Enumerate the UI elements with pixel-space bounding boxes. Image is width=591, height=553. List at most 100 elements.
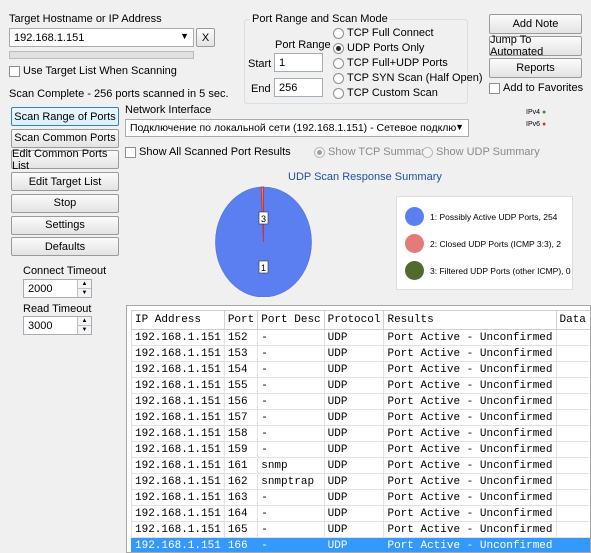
results-table-container[interactable]: IP Address Port Port Desc Protocol Results Da… bbox=[126, 305, 591, 553]
table-cell: UDP bbox=[323, 361, 385, 378]
table-cell: snmp bbox=[257, 457, 325, 474]
spin-down-icon[interactable]: ▼ bbox=[78, 289, 91, 297]
scan-mode-radio[interactable] bbox=[333, 88, 344, 99]
table-row[interactable]: 192.168.1.151 163- UDP Port Active - Unconf… bbox=[131, 489, 590, 506]
table-row[interactable]: 192.168.1.151 152- UDP Port Active - Unconf… bbox=[131, 329, 590, 346]
table-cell: 192.168.1.151 bbox=[131, 505, 225, 522]
reports-button[interactable]: Reports bbox=[489, 58, 582, 78]
scan-common-ports-button[interactable]: Scan Common Ports bbox=[11, 128, 119, 148]
stop-button[interactable]: Stop bbox=[11, 193, 119, 213]
target-host-combobox[interactable]: 192.168.1.151 ▼ bbox=[9, 28, 194, 47]
spin-down-icon[interactable]: ▼ bbox=[78, 326, 91, 334]
show-tcp-summary-label: Show TCP Summary bbox=[328, 146, 431, 158]
table-cell: Port Active - Unconfirmed bbox=[383, 537, 557, 552]
table-cell: 192.168.1.151 bbox=[131, 393, 225, 410]
target-label: Target Hostname or IP Address bbox=[9, 13, 162, 25]
table-cell: UDP bbox=[323, 473, 385, 490]
table-cell: UDP bbox=[323, 345, 385, 362]
table-row[interactable]: 192.168.1.151 166- UDP Port Active - Unconf… bbox=[131, 537, 590, 552]
table-cell: - bbox=[257, 409, 325, 426]
table-cell: 165 bbox=[223, 521, 259, 538]
table-cell: 192.168.1.151 bbox=[131, 409, 225, 426]
table-cell bbox=[555, 473, 590, 490]
end-port-input[interactable]: 256 bbox=[274, 78, 323, 97]
port-range-header: Port Range bbox=[275, 39, 331, 51]
column-header[interactable]: Port Desc bbox=[257, 310, 325, 330]
jump-to-automated-button[interactable]: Jump To Automated bbox=[489, 34, 582, 58]
table-cell: 192.168.1.151 bbox=[131, 425, 225, 442]
table-row[interactable]: 192.168.1.151 161 snmp UDP Port Active - Unc… bbox=[131, 457, 590, 474]
column-header[interactable]: Port bbox=[223, 310, 259, 330]
table-cell: UDP bbox=[323, 537, 385, 552]
table-cell bbox=[555, 393, 590, 410]
connect-timeout-input[interactable]: 2000 ▲ ▼ bbox=[23, 279, 92, 298]
scan-mode-radio[interactable] bbox=[333, 28, 344, 39]
table-cell: - bbox=[257, 393, 325, 410]
table-cell: snmptrap bbox=[257, 473, 325, 490]
table-cell bbox=[555, 361, 590, 378]
read-timeout-value: 3000 bbox=[28, 319, 53, 332]
settings-button[interactable]: Settings bbox=[11, 215, 119, 235]
connect-timeout-spinner[interactable]: ▲ ▼ bbox=[77, 280, 91, 297]
show-tcp-summary-radio[interactable] bbox=[314, 147, 325, 158]
table-cell bbox=[555, 425, 590, 442]
column-header[interactable]: Protocol bbox=[323, 310, 385, 330]
column-header[interactable]: Results bbox=[383, 310, 557, 330]
chart-title: UDP Scan Response Summary bbox=[288, 171, 442, 183]
start-port-input[interactable]: 1 bbox=[274, 53, 323, 72]
defaults-button[interactable]: Defaults bbox=[11, 237, 119, 257]
table-row[interactable]: 192.168.1.151 157- UDP Port Active - Unconf… bbox=[131, 409, 590, 426]
clear-target-button[interactable]: X bbox=[196, 28, 215, 47]
table-cell: Port Active - Unconfirmed bbox=[383, 489, 557, 506]
column-header[interactable]: Data Rece bbox=[555, 310, 590, 330]
spin-up-icon[interactable]: ▲ bbox=[78, 280, 91, 289]
table-cell: 192.168.1.151 bbox=[131, 457, 225, 474]
read-timeout-spinner[interactable]: ▲ ▼ bbox=[77, 317, 91, 334]
table-cell bbox=[555, 457, 590, 474]
table-cell: 154 bbox=[223, 361, 259, 378]
table-cell bbox=[555, 489, 590, 506]
table-row[interactable]: 192.168.1.151 154- UDP Port Active - Unconf… bbox=[131, 361, 590, 378]
connect-timeout-label: Connect Timeout bbox=[23, 265, 107, 277]
use-target-list-checkbox[interactable] bbox=[9, 66, 20, 77]
add-note-button[interactable]: Add Note bbox=[489, 14, 582, 34]
table-row[interactable]: 192.168.1.151 156- UDP Port Active - Unconf… bbox=[131, 393, 590, 410]
add-to-favorites-checkbox[interactable] bbox=[489, 83, 500, 94]
network-interface-select[interactable]: Подключение по локальной сети (192.168.1… bbox=[125, 119, 469, 137]
table-cell: 192.168.1.151 bbox=[131, 361, 225, 378]
scan-mode-radio[interactable] bbox=[333, 43, 344, 54]
table-row[interactable]: 192.168.1.151 164- UDP Port Active - Unconf… bbox=[131, 505, 590, 522]
legend-label: 1: Possibly Active UDP Ports, 254 bbox=[430, 211, 558, 222]
scan-mode-label: TCP Full+UDP Ports bbox=[347, 57, 448, 69]
table-cell: Port Active - Unconfirmed bbox=[383, 425, 557, 442]
scan-range-button[interactable]: Scan Range of Ports bbox=[11, 107, 119, 126]
column-header[interactable]: IP Address bbox=[131, 310, 225, 330]
edit-target-list-button[interactable]: Edit Target List bbox=[11, 172, 119, 192]
table-cell: Port Active - Unconfirmed bbox=[383, 361, 557, 378]
read-timeout-input[interactable]: 3000 ▲ ▼ bbox=[23, 316, 92, 335]
table-cell: Port Active - Unconfirmed bbox=[383, 393, 557, 410]
scan-progress-bar bbox=[9, 51, 194, 59]
network-interface-value: Подключение по локальной сети (192.168.1… bbox=[130, 122, 456, 134]
read-timeout-label: Read Timeout bbox=[23, 303, 92, 315]
show-all-results-checkbox[interactable] bbox=[125, 147, 136, 158]
table-row[interactable]: 192.168.1.151 159- UDP Port Active - Unconf… bbox=[131, 441, 590, 458]
table-cell: Port Active - Unconfirmed bbox=[383, 409, 557, 426]
show-udp-summary-radio[interactable] bbox=[422, 147, 433, 158]
results-table[interactable]: IP Address Port Port Desc Protocol Results Da… bbox=[131, 310, 590, 552]
table-row[interactable]: 192.168.1.151 165- UDP Port Active - Unconf… bbox=[131, 521, 590, 538]
table-row[interactable]: 192.168.1.151 162 snmptrap UDP Port Active -… bbox=[131, 473, 590, 490]
udp-pie-chart: 3 1 bbox=[215, 186, 312, 297]
scan-mode-radio[interactable] bbox=[333, 73, 344, 84]
edit-common-ports-button[interactable]: Edit Common Ports List bbox=[11, 148, 119, 172]
chevron-down-icon[interactable]: ▼ bbox=[455, 122, 464, 132]
table-cell: - bbox=[257, 521, 325, 538]
table-row[interactable]: 192.168.1.151 158- UDP Port Active - Unconf… bbox=[131, 425, 590, 442]
table-cell: 161 bbox=[223, 457, 259, 474]
chevron-down-icon[interactable]: ▼ bbox=[180, 31, 189, 41]
table-row[interactable]: 192.168.1.151 153- UDP Port Active - Unconf… bbox=[131, 345, 590, 362]
spin-up-icon[interactable]: ▲ bbox=[78, 317, 91, 326]
table-row[interactable]: 192.168.1.151 155- UDP Port Active - Unconf… bbox=[131, 377, 590, 394]
add-to-favorites-label: Add to Favorites bbox=[503, 82, 584, 94]
scan-mode-radio[interactable] bbox=[333, 58, 344, 69]
